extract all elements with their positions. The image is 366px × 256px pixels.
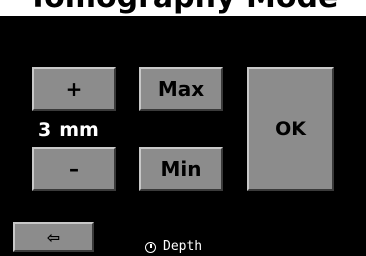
page-title: Tomography Mode [0, 0, 366, 16]
increase-button[interactable]: + [32, 67, 116, 111]
thickness-number: 3 [38, 119, 52, 141]
depth-label: Depth [163, 239, 203, 254]
back-arrow-icon: ⇦ [46, 227, 61, 247]
depth-status: Depth [145, 238, 202, 256]
back-button[interactable]: ⇦ [13, 222, 94, 252]
decrease-button[interactable]: – [32, 147, 116, 191]
depth-gauge-icon [145, 241, 156, 253]
max-button[interactable]: Max [139, 67, 223, 111]
title-bar: Tomography Mode [0, 0, 366, 16]
min-button[interactable]: Min [139, 147, 223, 191]
ok-button[interactable]: OK [247, 67, 334, 191]
thickness-unit: mm [59, 119, 99, 141]
thickness-value: 3 mm [38, 117, 128, 143]
